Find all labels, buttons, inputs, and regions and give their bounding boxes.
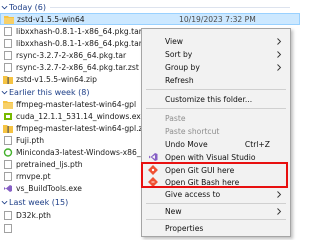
file-icon	[4, 39, 12, 48]
menu-item-customize-folder[interactable]: Customize this folder...	[142, 93, 290, 105]
menu-separator	[146, 219, 286, 220]
miniconda-icon	[3, 148, 13, 157]
zip-icon	[3, 76, 13, 84]
menu-item-label: View	[165, 36, 184, 46]
keyboard-shortcut: Ctrl+Z	[244, 139, 270, 149]
folder-icon	[3, 101, 13, 109]
file-name: rmvpe.pt	[16, 172, 51, 181]
menu-item-label: New	[165, 206, 182, 216]
group-label-last-week: Last week (15)	[9, 197, 69, 207]
menu-item-new[interactable]: New	[142, 205, 290, 217]
menu-item-label: Group by	[165, 62, 200, 72]
visual-studio-icon	[149, 153, 158, 161]
menu-separator	[146, 203, 286, 204]
context-menu: View Sort by Group by Refresh Customize …	[141, 28, 291, 237]
menu-item-label: Customize this folder...	[165, 94, 253, 104]
file-icon	[4, 172, 12, 181]
file-name: libxxhash-0.8.1-1-x86_64.pkg.tar.zst	[16, 39, 155, 48]
chevron-right-icon	[277, 208, 282, 215]
folder-icon	[4, 15, 14, 24]
menu-item-label: Refresh	[165, 75, 194, 85]
file-name: Fuji.pth	[16, 136, 45, 145]
file-name: rsync-3.2.7-2-x86_64.pkg.tar	[16, 51, 127, 60]
file-row[interactable]: zstd-v1.5.5-win64 10/19/2023 7:32 PM	[0, 13, 300, 25]
chevron-right-icon	[277, 191, 282, 198]
chevron-right-icon	[277, 38, 282, 45]
file-icon	[4, 63, 12, 72]
file-name: vs_BuildTools.exe	[16, 184, 82, 193]
menu-item-label: Paste shortcut	[165, 126, 220, 136]
file-name: zstd-v1.5.5-win64.zip	[16, 75, 97, 84]
chevron-right-icon	[277, 51, 282, 58]
file-name: libxxhash-0.8.1-1-x86_64.pkg.tar	[16, 27, 142, 36]
menu-item-give-access[interactable]: Give access to	[142, 188, 290, 200]
menu-item-refresh[interactable]: Refresh	[142, 74, 290, 86]
file-name: ffmpeg-master-latest-win64-gpl	[16, 100, 137, 109]
menu-separator	[146, 108, 286, 109]
menu-item-label: Sort by	[165, 49, 193, 59]
file-name: rsync-3.2.7-2-x86_64.pkg.tar.zst	[16, 63, 139, 72]
group-label-earlier-this-week: Earlier this week (8)	[9, 87, 90, 97]
menu-item-label: Properties	[165, 223, 204, 233]
menu-item-label: Open with Visual Studio	[165, 152, 256, 162]
menu-item-label: Give access to	[165, 189, 221, 199]
chevron-down-icon[interactable]	[0, 1, 9, 13]
menu-item-sort-by[interactable]: Sort by	[142, 48, 290, 60]
file-icon	[4, 211, 12, 220]
menu-item-group-by[interactable]: Group by	[142, 61, 290, 73]
menu-item-paste-shortcut[interactable]: Paste shortcut	[142, 125, 290, 137]
file-name: ffmpeg-master-latest-win64-gpl.zip	[16, 124, 150, 133]
file-icon	[4, 136, 12, 145]
menu-item-undo-move[interactable]: Undo Move Ctrl+Z	[142, 138, 290, 150]
file-name: D32k.pth	[16, 211, 51, 220]
file-icon	[4, 51, 12, 60]
file-icon	[4, 160, 12, 169]
chevron-down-icon[interactable]	[0, 86, 9, 98]
menu-item-properties[interactable]: Properties	[142, 222, 290, 234]
highlight-box	[141, 162, 288, 188]
group-label-today: Today (6)	[9, 2, 47, 12]
visual-studio-icon	[4, 185, 12, 192]
menu-item-label: Undo Move	[165, 139, 208, 149]
group-divider	[50, 7, 290, 8]
chevron-down-icon[interactable]	[0, 196, 9, 208]
file-name: zstd-v1.5.5-win64	[17, 14, 85, 24]
menu-separator	[146, 89, 286, 90]
zip-icon	[3, 125, 13, 133]
chevron-right-icon	[277, 64, 282, 71]
menu-item-label: Paste	[165, 113, 186, 123]
menu-item-view[interactable]: View	[142, 35, 290, 47]
menu-item-paste[interactable]: Paste	[142, 112, 290, 124]
file-date: 10/19/2023 7:32 PM	[179, 14, 256, 24]
file-icon	[4, 224, 12, 233]
installer-icon	[4, 113, 12, 120]
file-name: pretrained_ljs.pth	[16, 160, 83, 169]
file-icon	[4, 27, 12, 36]
group-header-today[interactable]: Today (6)	[0, 1, 300, 13]
file-name: cuda_12.1.1_531.14_windows.exe	[16, 112, 146, 121]
